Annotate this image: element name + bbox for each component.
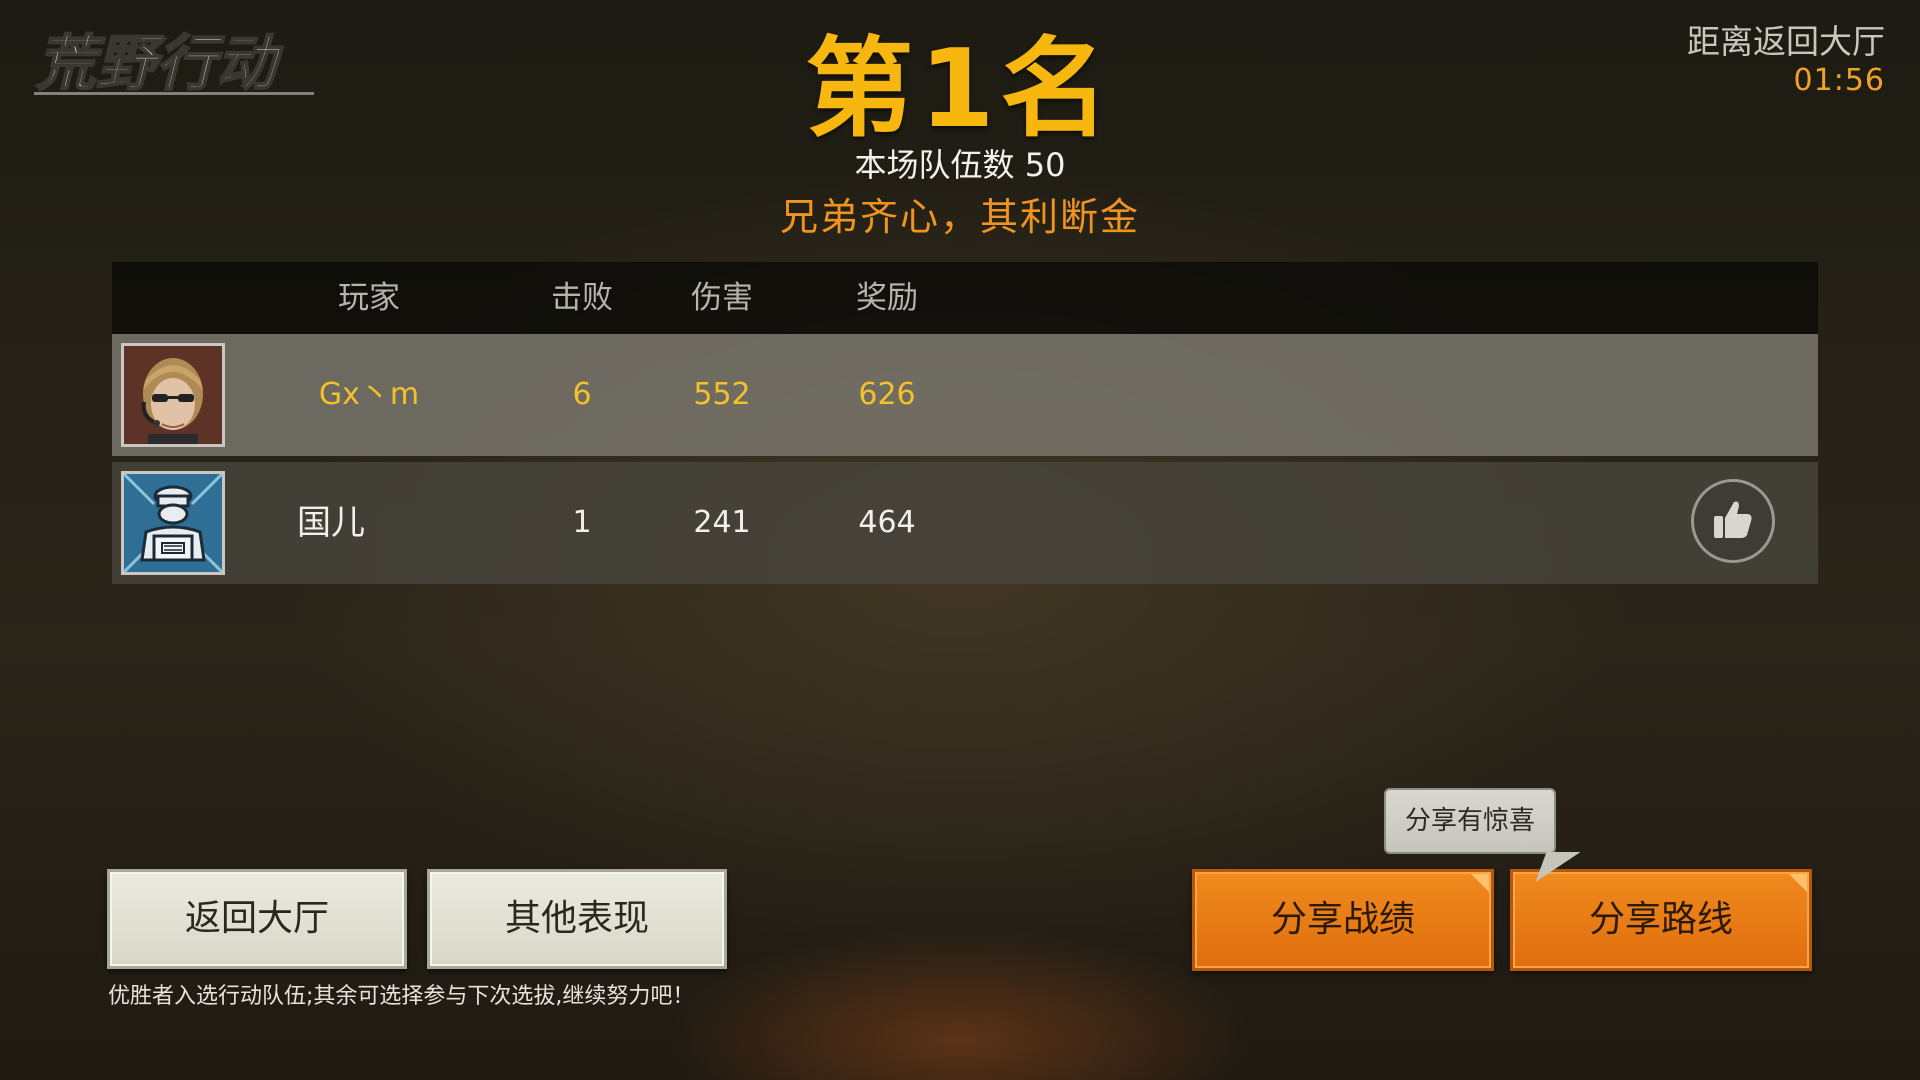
thumbs-up-icon bbox=[1710, 496, 1756, 546]
column-header-reward: 奖励 bbox=[856, 280, 918, 316]
column-header-damage: 伤害 bbox=[691, 280, 753, 316]
kills-value: 1 bbox=[572, 505, 592, 540]
team-count-text: 本场队伍数 50 bbox=[854, 146, 1066, 184]
chef-avatar-icon bbox=[121, 471, 225, 575]
player-portrait bbox=[121, 343, 225, 447]
table-header: 玩家 击败 伤害 奖励 bbox=[112, 262, 1818, 334]
hint-text: 优胜者入选行动队伍;其余可选择参与下次选拔,继续努力吧！ bbox=[108, 984, 695, 1009]
column-header-kills: 击败 bbox=[551, 280, 613, 316]
like-button[interactable] bbox=[1691, 479, 1775, 563]
player-name: 国儿 bbox=[297, 503, 365, 543]
table-row: Gx丶m 6 552 626 bbox=[112, 334, 1818, 456]
corner-accent bbox=[1471, 874, 1489, 892]
back-to-lobby-button[interactable]: 返回大厅 bbox=[107, 869, 407, 969]
column-header-player: 玩家 bbox=[338, 280, 400, 316]
damage-value: 552 bbox=[693, 377, 751, 412]
share-record-label: 分享战绩 bbox=[1270, 899, 1415, 940]
share-route-button[interactable]: 分享路线 bbox=[1510, 869, 1812, 971]
corner-accent bbox=[1789, 874, 1807, 892]
kills-value: 6 bbox=[572, 377, 592, 412]
table-row: 国儿 1 241 464 bbox=[112, 462, 1818, 584]
reward-value: 464 bbox=[858, 505, 916, 540]
slogan-text: 兄弟齐心，其利断金 bbox=[779, 195, 1140, 239]
share-surprise-tooltip: 分享有惊喜 bbox=[1384, 788, 1556, 854]
rank-title: 第1名 bbox=[805, 27, 1115, 152]
other-performance-button[interactable]: 其他表现 bbox=[427, 869, 727, 969]
share-route-label: 分享路线 bbox=[1588, 899, 1733, 940]
share-record-button[interactable]: 分享战绩 bbox=[1192, 869, 1494, 971]
player-name: Gx丶m bbox=[318, 377, 420, 412]
results-table: 玩家 击败 伤害 奖励 Gx丶m 6 552 626 国儿 1 241 464 bbox=[112, 262, 1818, 590]
reward-value: 626 bbox=[858, 377, 916, 412]
damage-value: 241 bbox=[693, 505, 751, 540]
